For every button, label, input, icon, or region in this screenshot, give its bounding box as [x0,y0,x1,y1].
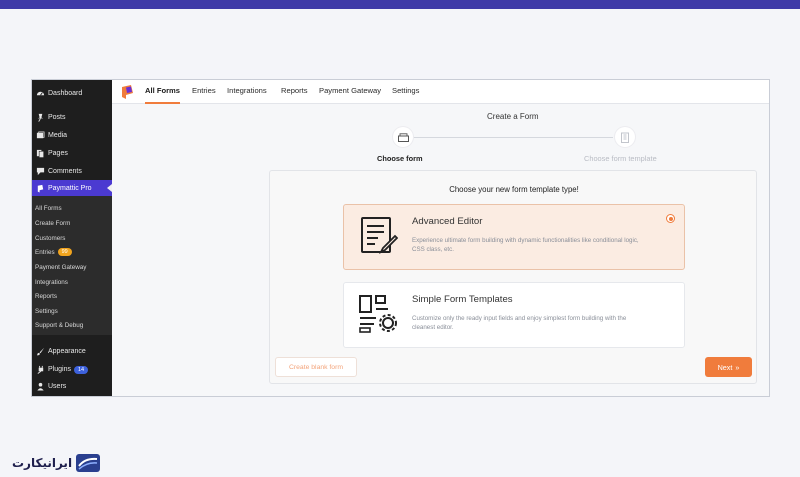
submenu-item-support-debug[interactable]: Support & Debug [32,318,112,332]
tab-integrations[interactable]: Integrations [227,80,267,104]
sidebar-item-label: Posts [48,114,66,121]
sidebar-item-label: Appearance [48,348,86,355]
submenu-item-reports[interactable]: Reports [32,289,112,303]
dashboard-icon [35,89,45,99]
admin-sidebar: Dashboard Posts Media Pages Comments Pay… [32,80,112,396]
tab-settings[interactable]: Settings [392,80,419,104]
pages-icon [35,149,45,159]
page-title: Create a Form [487,112,539,121]
sidebar-item-label: Users [48,383,67,390]
sidebar-item-label: Paymattic Pro [48,185,92,192]
submenu-item-payment-gateway[interactable]: Payment Gateway [32,260,112,274]
comments-icon [35,167,45,177]
double-chevron-right-icon: » [735,362,740,372]
submenu-item-settings[interactable]: Settings [32,304,112,318]
stepper-connector [413,137,613,138]
sidebar-submenu: All Forms Create Form Customers Entries 9… [32,196,112,335]
sidebar-item-posts[interactable]: Posts [32,109,112,126]
top-accent-bar [0,0,800,9]
template-type-panel: Choose your new form template type! Adva… [269,170,757,384]
plugins-count-badge: 14 [73,365,89,374]
option-description: Experience ultimate form building with d… [412,237,639,253]
panel-title: Choose your new form template type! [449,185,579,194]
sidebar-item-label: Comments [48,168,82,175]
form-box-icon [397,132,409,142]
app-window: Dashboard Posts Media Pages Comments Pay… [31,79,770,397]
submenu-item-customers[interactable]: Customers [32,231,112,245]
sidebar-item-appearance[interactable]: Appearance [32,343,112,360]
card-logo-icon [76,454,101,472]
option-title: Simple Form Templates [412,294,513,305]
sidebar-item-users[interactable]: Users [32,378,112,395]
brush-icon [35,347,45,357]
form-layout-gear-icon [359,295,397,333]
tab-entries[interactable]: Entries [192,80,216,104]
create-blank-form-button[interactable]: Create blank form [275,357,357,377]
tab-all-forms[interactable]: All Forms [145,80,181,104]
brand-name: ایرانیکارت [12,456,73,470]
brand-logo: ایرانیکارت [12,451,101,475]
option-advanced-editor[interactable]: Advanced Editor Experience ultimate form… [343,204,685,270]
option-title: Advanced Editor [412,216,483,227]
next-button[interactable]: Next » [705,357,752,377]
option-simple-form-templates[interactable]: Simple Form Templates Customize only the… [343,282,685,348]
step-label-choose-form: Choose form [377,154,423,163]
sidebar-item-label: Pages [48,150,68,157]
entries-count-badge: 99 [57,248,72,256]
sidebar-item-paymattic-pro[interactable]: Paymattic Pro [32,180,112,197]
submenu-item-integrations[interactable]: Integrations [32,275,112,289]
sidebar-item-label: Media [48,132,68,139]
building-icon [621,132,629,143]
option-description: Customize only the ready input fields an… [412,315,627,331]
paymattic-logo-icon [122,85,133,99]
document-edit-icon [361,217,398,255]
sidebar-item-comments[interactable]: Comments [32,163,112,180]
tab-payment-gateway[interactable]: Payment Gateway [319,80,381,104]
media-icon [35,131,45,141]
user-icon [35,382,45,392]
paymattic-icon [35,184,45,194]
step-label-choose-template: Choose form template [584,154,657,163]
plugin-icon [35,365,45,375]
next-button-label: Next [717,362,733,372]
sidebar-item-pages[interactable]: Pages [32,145,112,162]
step-choose-form [393,127,413,147]
submenu-item-entries[interactable]: Entries 99 [32,245,112,259]
submenu-item-create-form[interactable]: Create Form [32,216,112,230]
sidebar-item-dashboard[interactable]: Dashboard [32,85,112,102]
plugin-top-nav: All Forms Entries Integrations Reports P… [112,80,769,104]
pin-icon [35,113,45,123]
submenu-item-all-forms[interactable]: All Forms [32,201,112,215]
sidebar-item-label: Dashboard [48,90,83,97]
tab-reports[interactable]: Reports [281,80,308,104]
sidebar-item-plugins[interactable]: Plugins 14 [32,361,112,378]
option-radio-selected[interactable] [666,214,675,223]
sidebar-item-media[interactable]: Media [32,127,112,144]
sidebar-item-label: Plugins [48,366,71,373]
step-choose-template [615,127,635,147]
